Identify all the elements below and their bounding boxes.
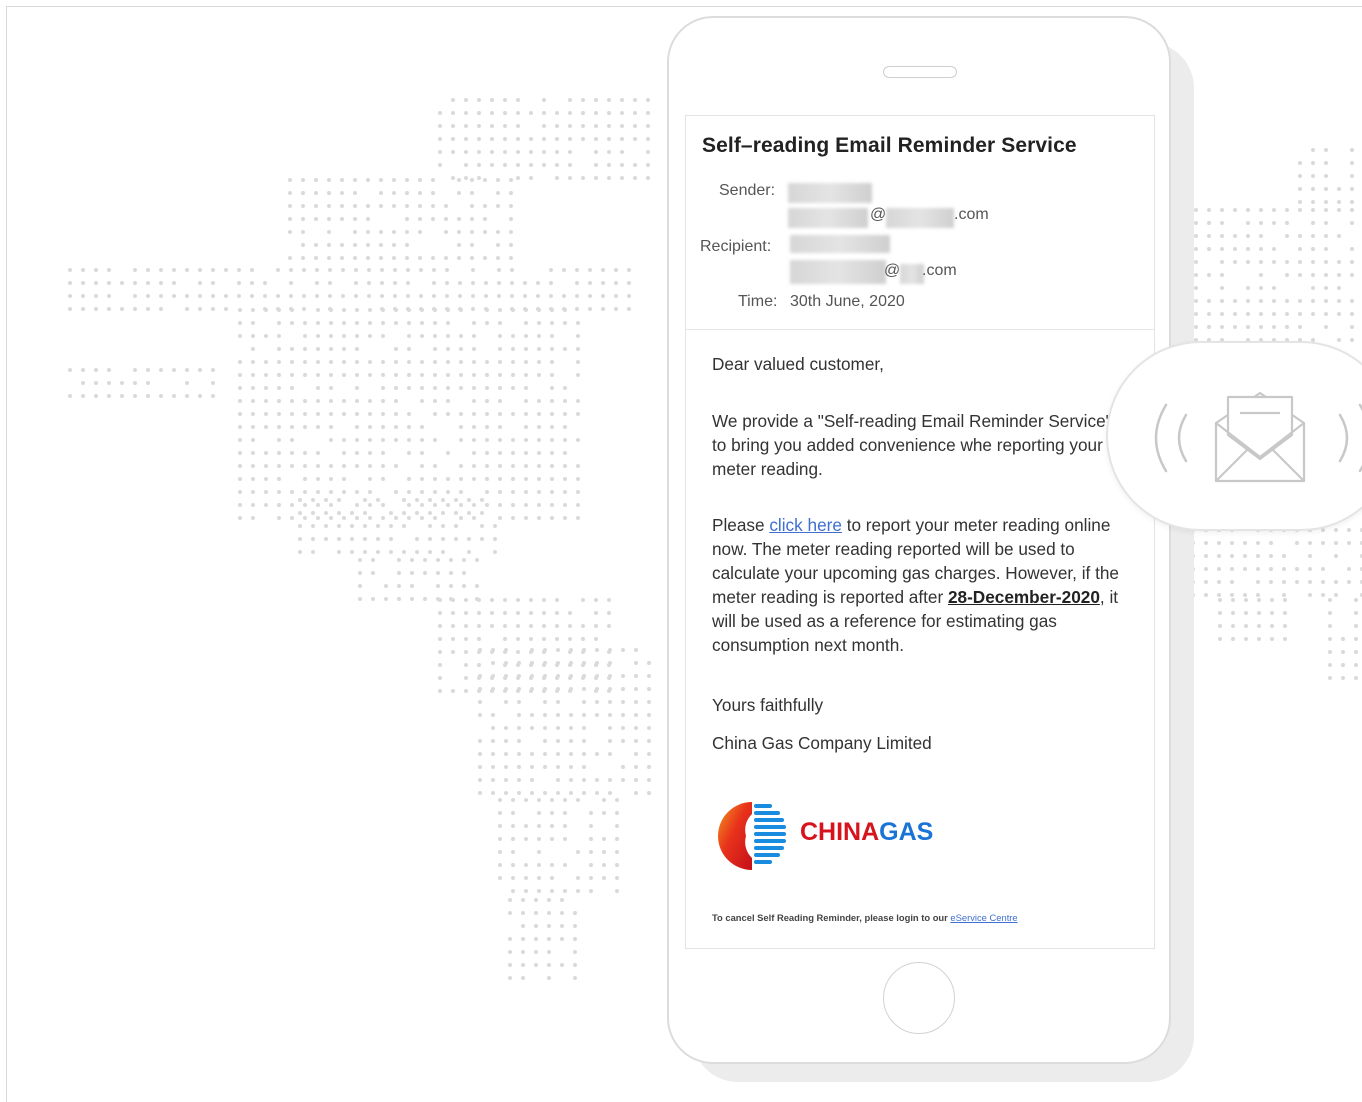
time-value: 30th June, 2020 bbox=[790, 293, 905, 310]
time-label: Time: bbox=[738, 293, 778, 310]
phone-home-button[interactable] bbox=[883, 962, 955, 1034]
email-header: Self–reading Email Reminder Service Send… bbox=[686, 116, 1154, 330]
para2-prefix: Please bbox=[712, 515, 770, 535]
deadline-date: 28-December-2020 bbox=[947, 587, 1100, 607]
wordmark-china: CHINA bbox=[800, 818, 880, 846]
chinagas-logo: CHINAGAS bbox=[716, 798, 976, 874]
email-body: Dear valued customer, We provide a "Self… bbox=[712, 352, 1122, 755]
eservice-centre-link[interactable]: eService Centre bbox=[950, 912, 1017, 923]
recipient-domain-redacted bbox=[900, 264, 924, 284]
footer-unsubscribe-note: To cancel Self Reading Reminder, please … bbox=[712, 912, 1018, 923]
recipient-at: @ bbox=[884, 262, 901, 279]
chinagas-emblem-icon bbox=[718, 802, 786, 870]
recipient-name-redacted bbox=[790, 235, 890, 253]
paragraph-instructions: Please click here to report your meter r… bbox=[712, 513, 1122, 657]
chinagas-wordmark: CHINAGAS bbox=[800, 818, 933, 847]
sender-address-redacted bbox=[788, 208, 868, 228]
sender-domain-redacted bbox=[886, 208, 954, 228]
phone-speaker bbox=[883, 66, 957, 78]
phone-mockup: Self–reading Email Reminder Service Send… bbox=[667, 16, 1171, 1064]
closing: Yours faithfully bbox=[712, 695, 824, 715]
email-card: Self–reading Email Reminder Service Send… bbox=[685, 115, 1155, 949]
recipient-address-redacted bbox=[790, 260, 886, 284]
wordmark-gas: GAS bbox=[879, 818, 934, 846]
envelope-signal-icon bbox=[1154, 391, 1362, 483]
footer-text: To cancel Self Reading Reminder, please … bbox=[712, 912, 951, 923]
recipient-label: Recipient: bbox=[700, 238, 772, 255]
signature: China Gas Company Limited bbox=[712, 733, 932, 753]
sender-label: Sender: bbox=[719, 182, 776, 199]
email-notification-bubble bbox=[1106, 341, 1362, 531]
sender-domain-suffix: .com bbox=[954, 206, 989, 223]
email-subject: Self–reading Email Reminder Service bbox=[702, 134, 1077, 157]
sender-at: @ bbox=[870, 206, 887, 223]
greeting: Dear valued customer, bbox=[712, 354, 884, 374]
sender-name-redacted bbox=[788, 183, 872, 203]
click-here-link[interactable]: click here bbox=[769, 515, 842, 535]
recipient-domain-suffix: .com bbox=[922, 262, 957, 279]
paragraph-intro: We provide a "Self-reading Email Reminde… bbox=[712, 411, 1112, 479]
